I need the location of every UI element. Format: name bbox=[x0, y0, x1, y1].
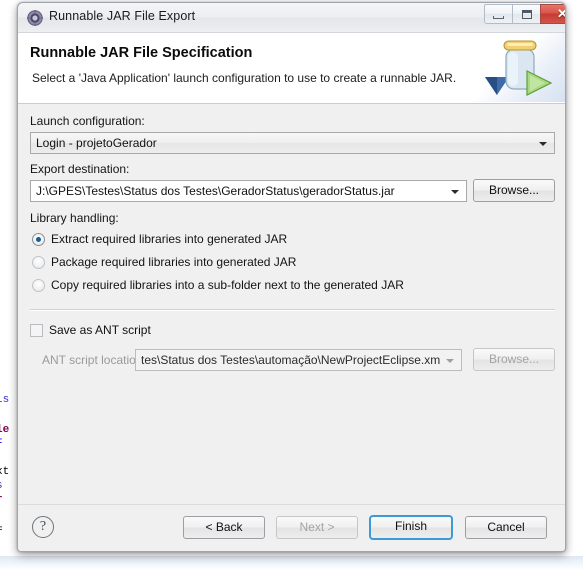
ant-script-browse-button[interactable]: Browse... bbox=[473, 348, 555, 371]
desktop-background bbox=[0, 556, 583, 570]
code-fragment: s bbox=[0, 480, 3, 492]
minimize-icon bbox=[493, 16, 504, 19]
help-button[interactable]: ? bbox=[32, 516, 54, 538]
finish-button[interactable]: Finish bbox=[369, 515, 453, 540]
chevron-down-icon bbox=[451, 190, 459, 194]
dialog-button-bar: ? < Back Next > Finish Cancel bbox=[18, 505, 565, 551]
export-destination-browse-button[interactable]: Browse... bbox=[473, 179, 555, 202]
chevron-down-icon bbox=[446, 359, 454, 363]
dialog-banner: Runnable JAR File Specification Select a… bbox=[18, 33, 565, 104]
section-divider bbox=[30, 309, 555, 311]
export-destination-label: Export destination: bbox=[30, 162, 130, 176]
chevron-down-icon bbox=[539, 142, 547, 146]
restore-icon bbox=[522, 10, 532, 19]
next-button[interactable]: Next > bbox=[276, 516, 358, 539]
dialog-title: Runnable JAR File Export bbox=[49, 9, 196, 23]
page-title: Runnable JAR File Specification bbox=[30, 45, 253, 61]
dialog-content: Launch configuration: Login - projetoGer… bbox=[18, 104, 565, 505]
code-fragment: F bbox=[0, 438, 3, 450]
eclipse-export-icon bbox=[27, 10, 43, 26]
radio-unselected-icon bbox=[32, 279, 45, 292]
back-button[interactable]: < Back bbox=[183, 516, 265, 539]
code-fragment: r bbox=[0, 494, 3, 506]
ant-script-location-combo[interactable]: tes\Status dos Testes\automação\NewProje… bbox=[135, 349, 462, 371]
runnable-jar-export-dialog: Runnable JAR File Export ✕ Runnable JAR … bbox=[17, 2, 566, 552]
runnable-jar-icon bbox=[475, 33, 565, 102]
code-fragment: = bbox=[0, 524, 3, 536]
dialog-titlebar[interactable]: Runnable JAR File Export ✕ bbox=[18, 3, 565, 33]
close-button[interactable]: ✕ bbox=[540, 4, 565, 24]
radio-selected-icon bbox=[32, 233, 45, 246]
cancel-button[interactable]: Cancel bbox=[465, 516, 547, 539]
launch-configuration-combo[interactable]: Login - projetoGerador bbox=[30, 132, 555, 154]
minimize-button[interactable] bbox=[484, 4, 513, 24]
launch-configuration-label: Launch configuration: bbox=[30, 114, 145, 128]
code-fragment: is bbox=[0, 394, 10, 406]
code-fragment: xt bbox=[0, 466, 10, 478]
library-handling-label: Library handling: bbox=[30, 211, 119, 225]
export-destination-combo[interactable]: J:\GPES\Testes\Status dos Testes\Gerador… bbox=[30, 180, 467, 202]
checkbox-unchecked-icon bbox=[30, 324, 43, 337]
code-fragment: le bbox=[0, 424, 10, 436]
ant-script-location-label: ANT script location: bbox=[42, 353, 146, 367]
close-icon: ✕ bbox=[541, 5, 565, 23]
maximize-button[interactable] bbox=[512, 4, 541, 24]
page-description: Select a 'Java Application' launch confi… bbox=[32, 71, 457, 85]
radio-unselected-icon bbox=[32, 256, 45, 269]
